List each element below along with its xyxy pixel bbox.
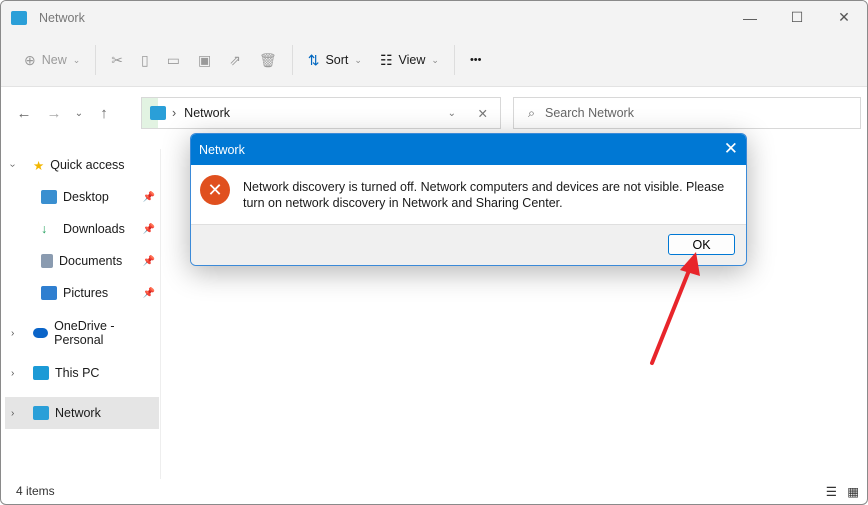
annotation-arrow: [650, 252, 700, 365]
